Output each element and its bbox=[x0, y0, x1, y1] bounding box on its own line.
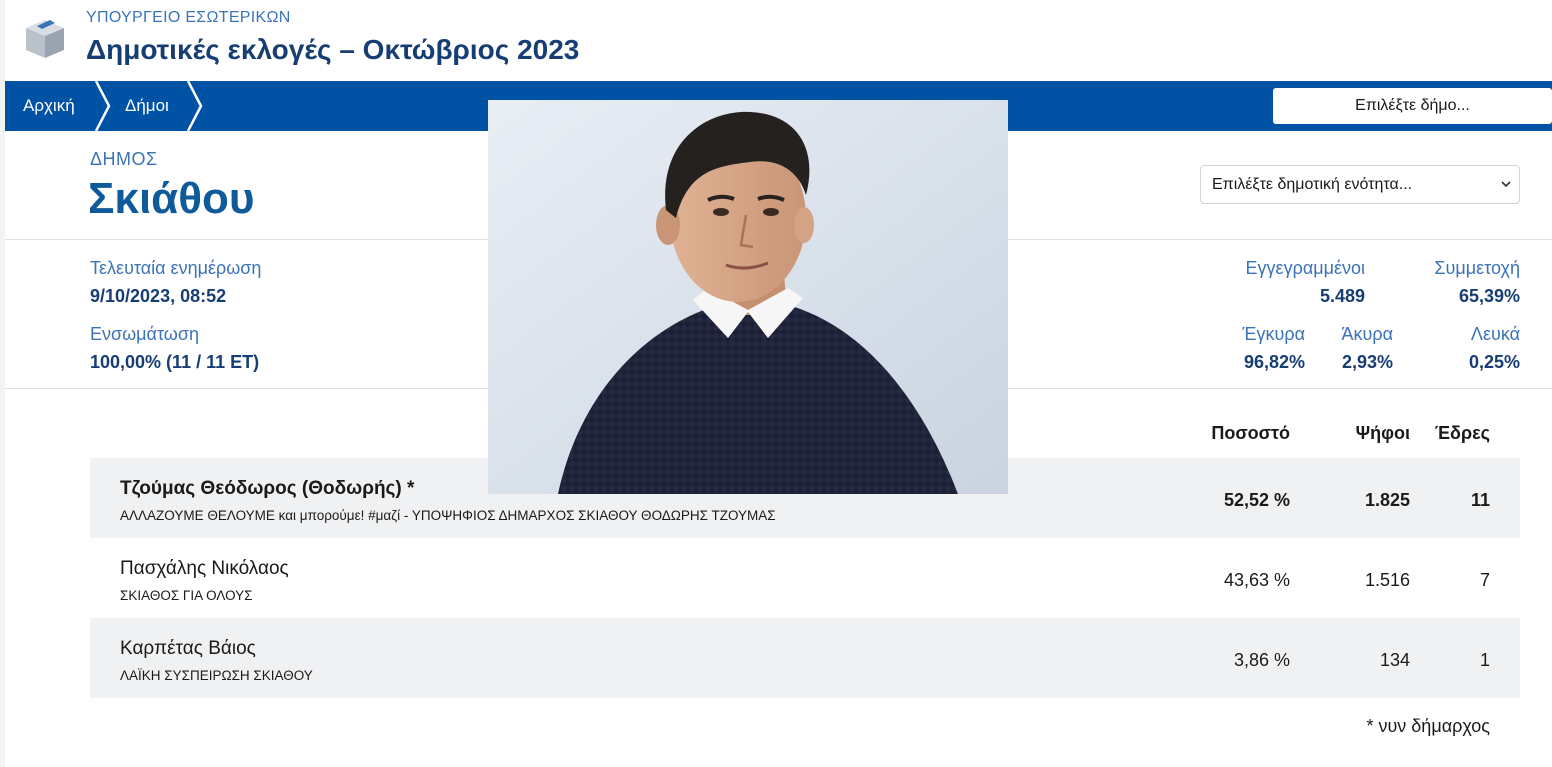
invalid-value: 2,93% bbox=[1341, 352, 1393, 372]
municipality-select[interactable]: Επιλέξτε δήμο... bbox=[1273, 88, 1552, 124]
valid-value: 96,82% bbox=[1243, 352, 1305, 372]
votes-cell: 1.516 bbox=[1364, 570, 1410, 590]
col-header-seats: Έδρες bbox=[1434, 423, 1490, 443]
col-header-percent: Ποσοστό bbox=[1211, 423, 1290, 443]
registered-value: 5.489 bbox=[1319, 286, 1365, 306]
breadcrumb-home[interactable]: Αρχική bbox=[23, 81, 75, 131]
votes-cell: 1.825 bbox=[1364, 490, 1410, 510]
party-name: ΑΛΛΑΖΟΥΜΕ ΘΕΛΟΥΜΕ και μπορούμε! #μαζί - … bbox=[120, 508, 776, 523]
municipality-name: Σκιάθου bbox=[88, 174, 255, 223]
percent-cell: 52,52 % bbox=[1223, 490, 1290, 510]
table-row: Πασχάλης Νικόλαος ΣΚΙΑΘΟΣ ΓΙΑ ΟΛΟΥΣ 43,6… bbox=[90, 538, 1520, 618]
breadcrumb-municipalities[interactable]: Δήμοι bbox=[125, 81, 169, 131]
candidate-name: Καρπέτας Βάιος bbox=[120, 638, 256, 659]
footnote: * νυν δήμαρχος bbox=[1366, 716, 1490, 736]
integration-label: Ενσωμάτωση bbox=[90, 324, 199, 344]
seats-cell: 11 bbox=[1470, 490, 1490, 510]
registered-label: Εγγεγραμμένοι bbox=[1245, 258, 1365, 278]
candidate-name: Πασχάλης Νικόλαος bbox=[120, 558, 289, 579]
ministry-name: ΥΠΟΥΡΓΕΙΟ ΕΣΩΤΕΡΙΚΩΝ bbox=[86, 9, 291, 26]
blank-label: Λευκά bbox=[1470, 324, 1520, 344]
page-title[interactable]: Δημοτικές εκλογές – Οκτώβριος 2023 bbox=[86, 34, 579, 66]
col-header-votes: Ψήφοι bbox=[1355, 423, 1410, 443]
seats-cell: 1 bbox=[1479, 650, 1490, 670]
chevron-down-icon bbox=[1501, 181, 1511, 188]
municipal-unit-select[interactable]: Επιλέξτε δημοτική ενότητα... bbox=[1200, 165, 1520, 204]
municipal-unit-select-label: Επιλέξτε δημοτική ενότητα... bbox=[1212, 176, 1413, 193]
chevron-right-icon bbox=[94, 81, 111, 131]
last-update-label: Τελευταία ενημέρωση bbox=[90, 258, 262, 278]
party-name: ΛΑΪΚΗ ΣΥΣΠΕΙΡΩΣΗ ΣΚΙΑΘΟΥ bbox=[120, 668, 313, 683]
valid-label: Έγκυρα bbox=[1242, 324, 1305, 344]
turnout-label: Συμμετοχή bbox=[1434, 258, 1520, 278]
last-update-value: 9/10/2023, 08:52 bbox=[90, 286, 227, 306]
percent-cell: 43,63 % bbox=[1223, 570, 1290, 590]
turnout-value: 65,39% bbox=[1458, 286, 1520, 306]
candidate-photo bbox=[488, 100, 1008, 494]
seats-cell: 7 bbox=[1479, 570, 1490, 590]
blank-value: 0,25% bbox=[1468, 352, 1520, 372]
municipality-label: ΔΗΜΟΣ bbox=[90, 149, 158, 169]
portrait-illustration bbox=[488, 100, 1008, 494]
party-name: ΣΚΙΑΘΟΣ ΓΙΑ ΟΛΟΥΣ bbox=[120, 588, 253, 603]
invalid-label: Άκυρα bbox=[1341, 324, 1393, 344]
table-row: Καρπέτας Βάιος ΛΑΪΚΗ ΣΥΣΠΕΙΡΩΣΗ ΣΚΙΑΘΟΥ … bbox=[90, 618, 1520, 698]
candidate-name: Τζούμας Θεόδωρος (Θοδωρής) * bbox=[120, 478, 415, 499]
ballot-box-icon bbox=[26, 20, 64, 58]
votes-cell: 134 bbox=[1379, 650, 1410, 670]
percent-cell: 3,86 % bbox=[1233, 650, 1290, 670]
integration-value: 100,00% (11 / 11 ΕΤ) bbox=[90, 352, 260, 372]
chevron-right-icon bbox=[186, 81, 203, 131]
